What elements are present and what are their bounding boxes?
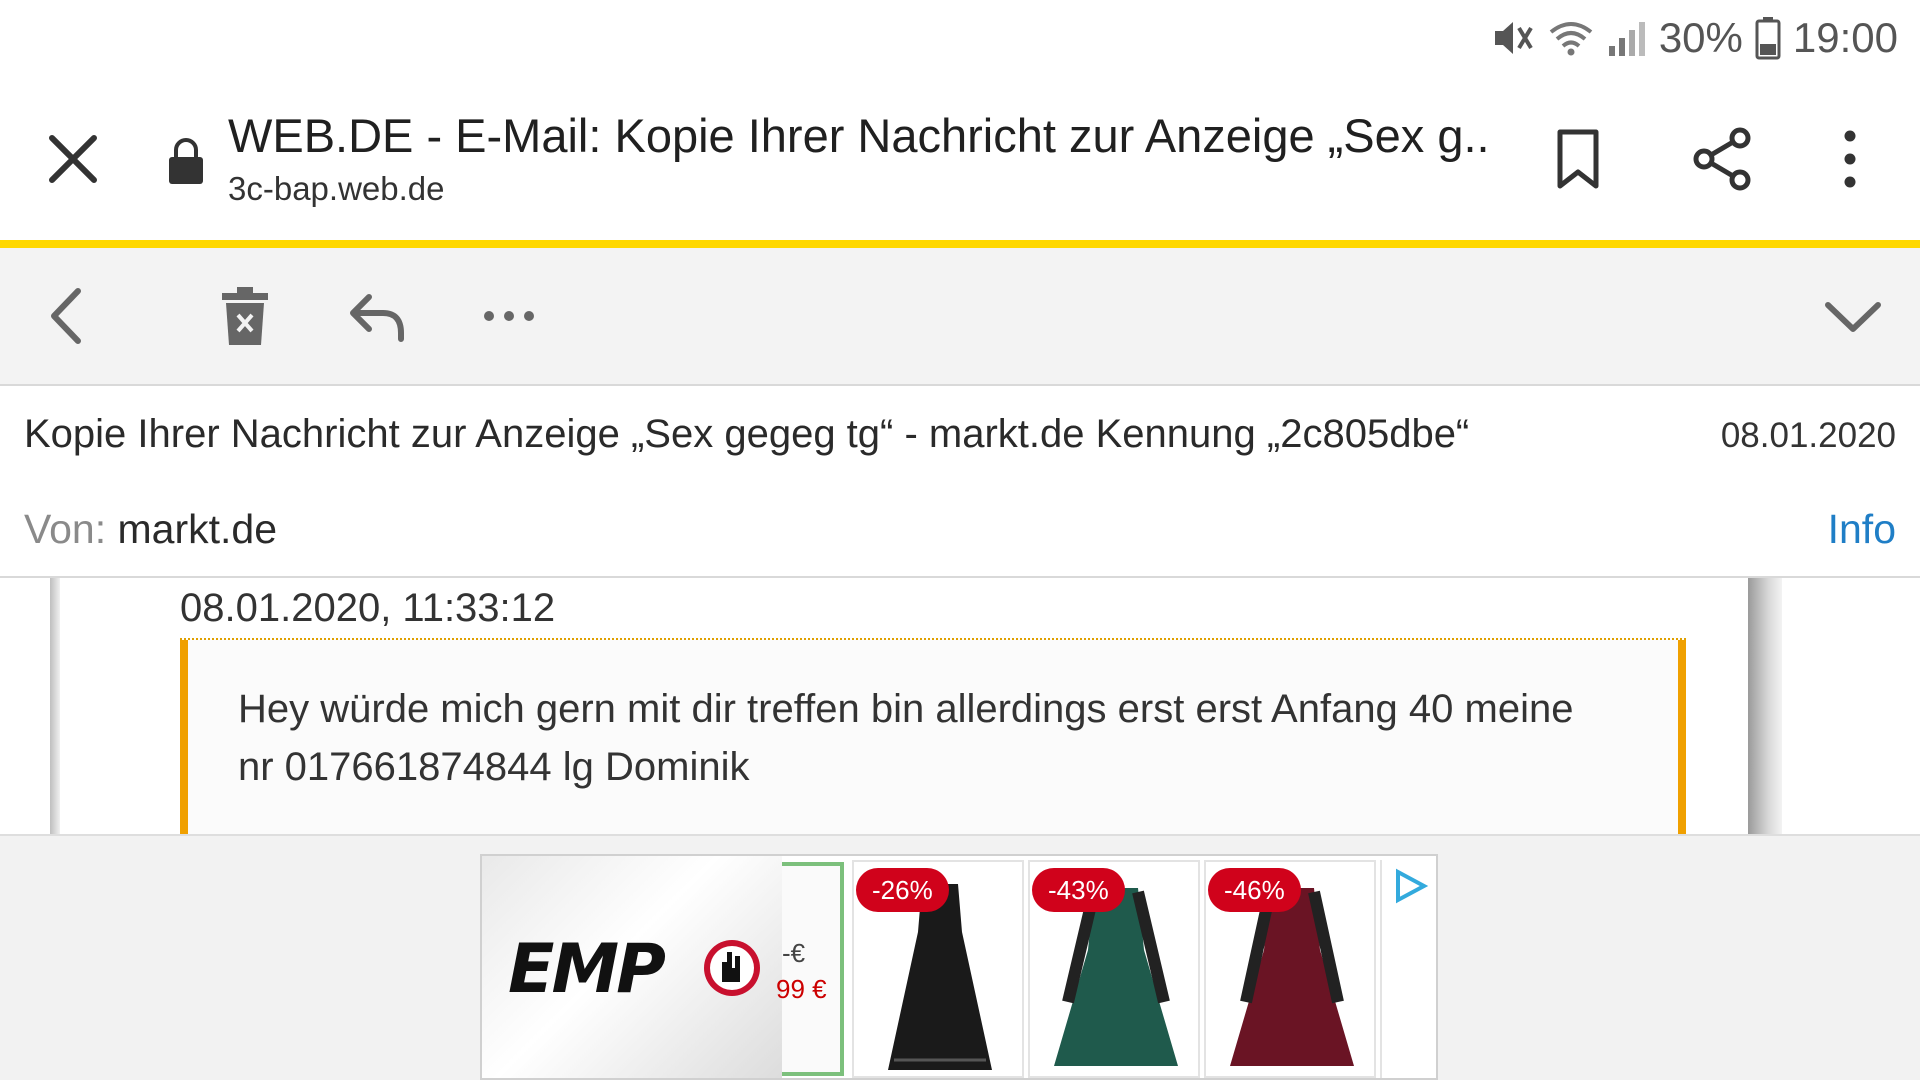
brand-accent-line [0, 240, 1920, 248]
message-timestamp: 08.01.2020, 11:33:12 [180, 586, 556, 630]
ad-product-3[interactable]: -46% [1204, 860, 1376, 1078]
mute-icon [1494, 22, 1533, 54]
page-url[interactable]: 3c-bap.web.de [228, 170, 444, 208]
ad-brand-panel[interactable]: EMP [482, 856, 782, 1078]
status-icons: 30% 19:00 [1491, 8, 1898, 68]
back-icon[interactable] [34, 283, 100, 349]
adchoices-icon[interactable] [1390, 866, 1430, 906]
wifi-icon [1549, 22, 1593, 56]
content-shadow-right [1748, 578, 1782, 834]
status-bar: 30% 19:00 [0, 0, 1920, 78]
mail-body[interactable]: 08.01.2020, 11:33:12 Hey würde mich gern… [0, 578, 1920, 834]
discount-badge: -43% [1032, 868, 1125, 912]
lock-icon [169, 138, 203, 184]
discount-badge: -46% [1208, 868, 1301, 912]
reply-icon[interactable] [345, 283, 411, 349]
mail-sender: Von: markt.de [24, 506, 277, 553]
prev-new-price: 99 € [776, 974, 827, 1004]
mail-header: Kopie Ihrer Nachricht zur Anzeige „Sex g… [0, 386, 1920, 578]
sender-label: Von: [24, 506, 107, 552]
delete-icon[interactable] [212, 283, 278, 349]
ad-product-2[interactable]: -43% [1028, 860, 1200, 1078]
mail-date: 08.01.2020 [1720, 416, 1896, 455]
message-text: Hey würde mich gern mit dir treffen bin … [238, 687, 1574, 789]
battery-percent: 30% [1658, 14, 1743, 61]
bookmark-icon[interactable] [1550, 126, 1606, 192]
info-link[interactable]: Info [1828, 506, 1896, 553]
battery-icon [1755, 17, 1781, 60]
more-horiz-icon[interactable] [476, 283, 542, 349]
discount-badge: -26% [856, 868, 949, 912]
ad-area: EMP -€ 99 € -26% -43% -46% [0, 834, 1920, 1080]
brand-logo: EMP [508, 930, 666, 1009]
ad-previous-item[interactable]: -€ 99 € [776, 862, 844, 1076]
share-icon[interactable] [1690, 126, 1756, 192]
clock: 19:00 [1792, 14, 1898, 61]
ad-next-item[interactable] [1380, 860, 1436, 1078]
mail-toolbar [0, 248, 1920, 386]
content-shadow-left [50, 578, 60, 834]
ad-product-1[interactable]: -26% [852, 860, 1024, 1078]
rock-hand-icon [704, 940, 760, 996]
browser-toolbar: WEB.DE - E-Mail: Kopie Ihrer Nachricht z… [0, 78, 1920, 240]
expand-icon[interactable] [1820, 283, 1886, 349]
message-quote: Hey würde mich gern mit dir treffen bin … [180, 640, 1686, 834]
ad-banner[interactable]: EMP -€ 99 € -26% -43% -46% [480, 854, 1438, 1080]
prev-old-price: -€ [782, 938, 806, 968]
signal-icon [1608, 22, 1645, 56]
close-icon[interactable] [40, 126, 106, 192]
page-title: WEB.DE - E-Mail: Kopie Ihrer Nachricht z… [228, 109, 1488, 162]
more-vert-icon[interactable] [1830, 126, 1870, 192]
mail-subject: Kopie Ihrer Nachricht zur Anzeige „Sex g… [24, 412, 1470, 456]
sender-name: markt.de [117, 506, 278, 552]
